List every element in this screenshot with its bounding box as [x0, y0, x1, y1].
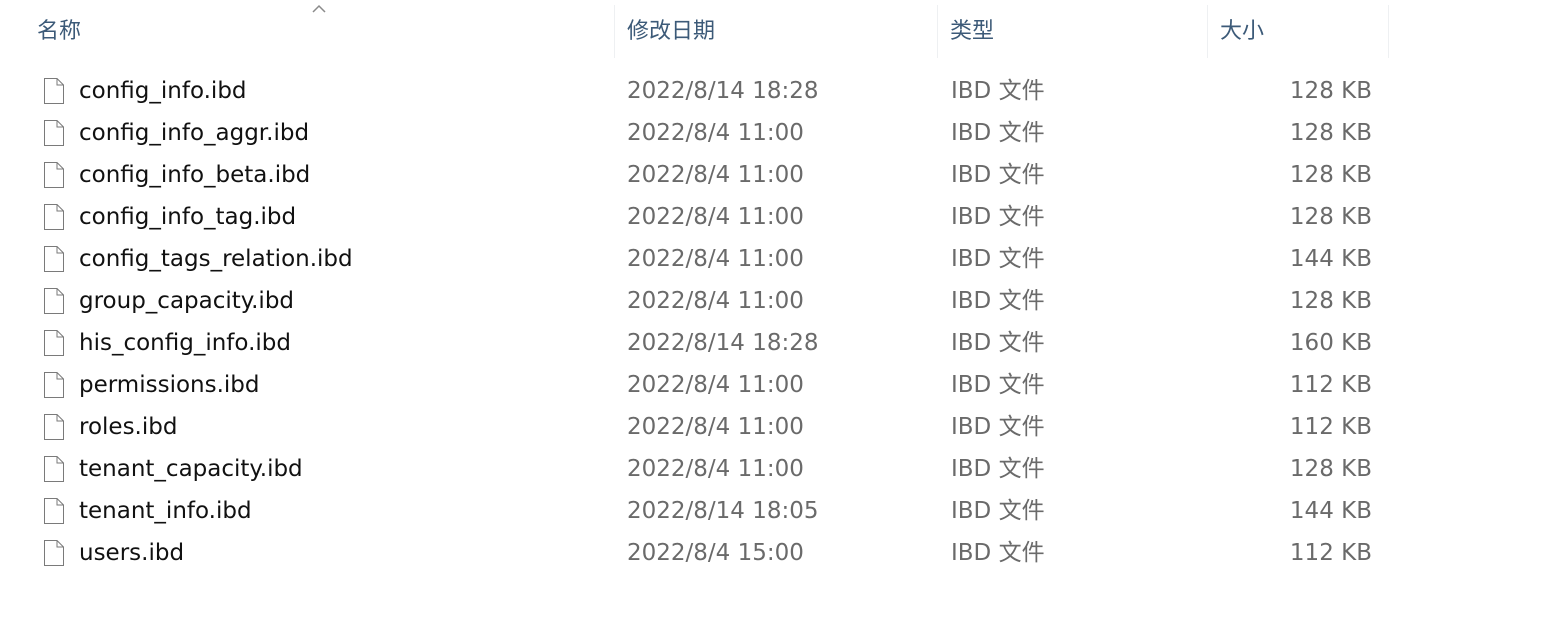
file-name[interactable]: users.ibd [79, 532, 184, 574]
file-modified-date: 2022/8/4 11:00 [627, 120, 804, 146]
file-row[interactable]: his_config_info.ibd 2022/8/14 18:28 IBD … [0, 322, 1545, 364]
file-size: 144 KB [1289, 498, 1372, 524]
file-type: IBD 文件 [951, 456, 1045, 482]
file-row[interactable]: config_info_tag.ibd 2022/8/4 11:00 IBD 文… [0, 196, 1545, 238]
file-size: 128 KB [1289, 288, 1372, 314]
file-type: IBD 文件 [951, 498, 1045, 524]
file-row[interactable]: config_info_aggr.ibd 2022/8/4 11:00 IBD … [0, 112, 1545, 154]
file-icon [44, 162, 64, 188]
column-header-name[interactable]: 名称 [0, 0, 614, 58]
file-icon [44, 120, 64, 146]
file-modified-date: 2022/8/4 11:00 [627, 162, 804, 188]
file-name[interactable]: group_capacity.ibd [79, 280, 294, 322]
file-icon [44, 456, 64, 482]
file-icon [44, 246, 64, 272]
file-modified-date: 2022/8/4 11:00 [627, 288, 804, 314]
file-modified-date: 2022/8/4 11:00 [627, 204, 804, 230]
file-type: IBD 文件 [951, 120, 1045, 146]
column-header-type-label: 类型 [950, 19, 995, 44]
file-type: IBD 文件 [951, 414, 1045, 440]
file-size: 128 KB [1289, 456, 1372, 482]
file-icon [44, 498, 64, 524]
file-modified-date: 2022/8/14 18:28 [627, 330, 819, 356]
column-header-bar: 名称 修改日期 类型 大小 [0, 0, 1545, 58]
file-modified-date: 2022/8/4 11:00 [627, 414, 804, 440]
file-row[interactable]: users.ibd 2022/8/4 15:00 IBD 文件 112 KB [0, 532, 1545, 574]
file-name[interactable]: config_info_aggr.ibd [79, 112, 309, 154]
file-type: IBD 文件 [951, 78, 1045, 104]
file-name[interactable]: config_info_tag.ibd [79, 196, 296, 238]
file-row[interactable]: group_capacity.ibd 2022/8/4 11:00 IBD 文件… [0, 280, 1545, 322]
file-size: 128 KB [1289, 78, 1372, 104]
file-name[interactable]: his_config_info.ibd [79, 322, 291, 364]
column-divider[interactable] [1388, 5, 1389, 58]
file-type: IBD 文件 [951, 330, 1045, 356]
file-size: 128 KB [1289, 204, 1372, 230]
file-icon [44, 372, 64, 398]
file-modified-date: 2022/8/4 11:00 [627, 372, 804, 398]
file-size: 112 KB [1289, 414, 1372, 440]
file-size: 144 KB [1289, 246, 1372, 272]
column-header-size[interactable]: 大小 [1208, 0, 1388, 58]
column-header-type[interactable]: 类型 [938, 0, 1207, 58]
file-size: 112 KB [1289, 372, 1372, 398]
file-type: IBD 文件 [951, 540, 1045, 566]
file-name[interactable]: config_info_beta.ibd [79, 154, 310, 196]
file-row[interactable]: config_info_beta.ibd 2022/8/4 11:00 IBD … [0, 154, 1545, 196]
file-modified-date: 2022/8/4 11:00 [627, 456, 804, 482]
file-row[interactable]: permissions.ibd 2022/8/4 11:00 IBD 文件 11… [0, 364, 1545, 406]
file-name[interactable]: tenant_capacity.ibd [79, 448, 303, 490]
file-size: 112 KB [1289, 540, 1372, 566]
file-icon [44, 540, 64, 566]
file-row[interactable]: roles.ibd 2022/8/4 11:00 IBD 文件 112 KB [0, 406, 1545, 448]
file-size: 160 KB [1289, 330, 1372, 356]
file-row[interactable]: tenant_info.ibd 2022/8/14 18:05 IBD 文件 1… [0, 490, 1545, 532]
file-type: IBD 文件 [951, 372, 1045, 398]
file-name[interactable]: config_info.ibd [79, 70, 247, 112]
file-modified-date: 2022/8/4 11:00 [627, 246, 804, 272]
file-name[interactable]: permissions.ibd [79, 364, 260, 406]
file-type: IBD 文件 [951, 204, 1045, 230]
file-name[interactable]: config_tags_relation.ibd [79, 238, 353, 280]
file-row[interactable]: config_tags_relation.ibd 2022/8/4 11:00 … [0, 238, 1545, 280]
file-type: IBD 文件 [951, 246, 1045, 272]
file-type: IBD 文件 [951, 162, 1045, 188]
file-row[interactable]: tenant_capacity.ibd 2022/8/4 11:00 IBD 文… [0, 448, 1545, 490]
file-icon [44, 204, 64, 230]
file-icon [44, 288, 64, 314]
file-type: IBD 文件 [951, 288, 1045, 314]
column-header-name-label: 名称 [37, 19, 82, 44]
column-header-date-label: 修改日期 [627, 19, 716, 44]
column-header-size-label: 大小 [1220, 19, 1265, 44]
column-header-date[interactable]: 修改日期 [615, 0, 937, 58]
file-icon [44, 330, 64, 356]
file-modified-date: 2022/8/4 15:00 [627, 540, 804, 566]
file-modified-date: 2022/8/14 18:05 [627, 498, 819, 524]
file-size: 128 KB [1289, 120, 1372, 146]
file-name[interactable]: tenant_info.ibd [79, 490, 252, 532]
file-modified-date: 2022/8/14 18:28 [627, 78, 819, 104]
file-size: 128 KB [1289, 162, 1372, 188]
file-icon [44, 414, 64, 440]
file-name[interactable]: roles.ibd [79, 406, 177, 448]
file-row[interactable]: config_info.ibd 2022/8/14 18:28 IBD 文件 1… [0, 70, 1545, 112]
file-icon [44, 78, 64, 104]
